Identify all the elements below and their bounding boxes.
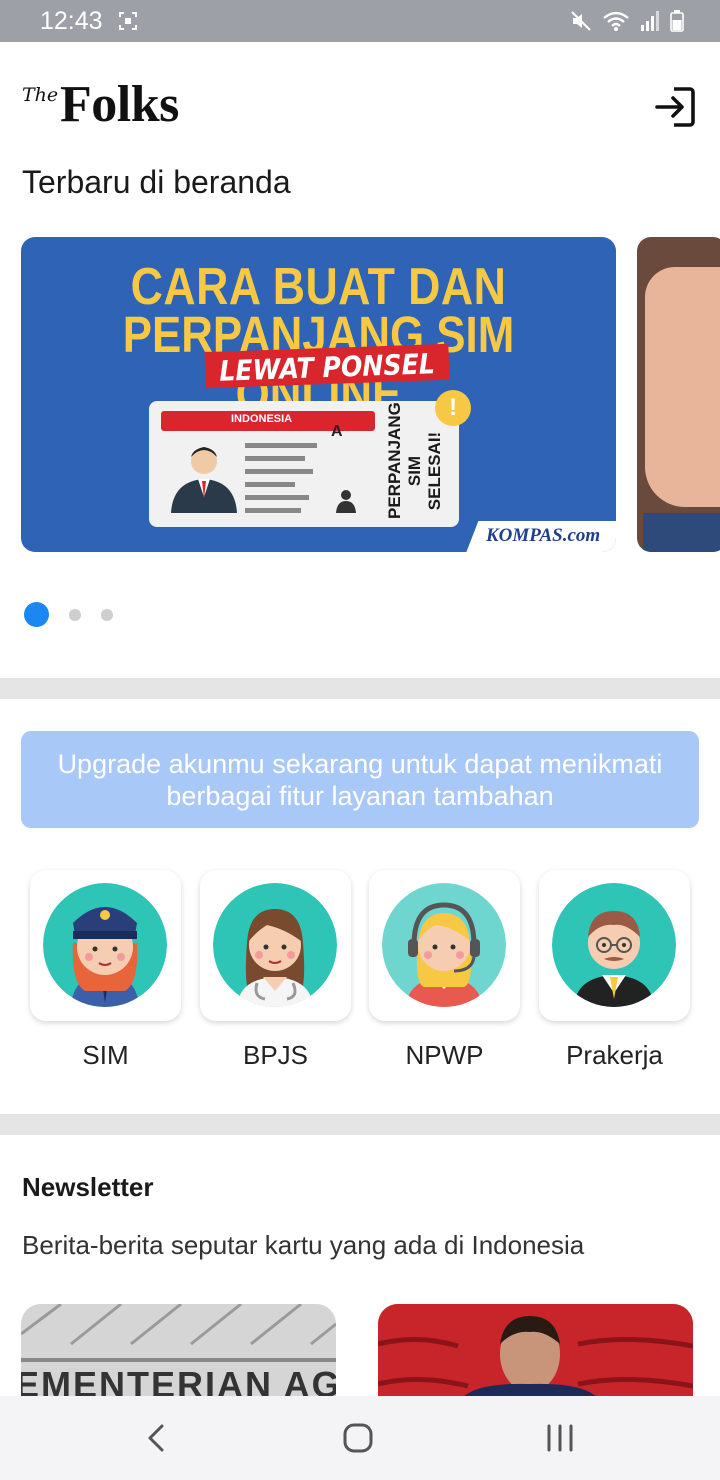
upgrade-banner[interactable]: Upgrade akunmu sekarang untuk dapat meni…	[21, 731, 699, 828]
mute-icon	[571, 11, 591, 31]
service-tile-sim[interactable]	[30, 870, 181, 1021]
upgrade-banner-text: Upgrade akunmu sekarang untuk dapat meni…	[57, 749, 663, 811]
login-icon	[655, 87, 695, 127]
newsletter-title: Newsletter	[22, 1172, 154, 1202]
news-card-2-image	[378, 1304, 693, 1404]
logo-prefix: The	[22, 84, 59, 106]
source-logo-text: KOMPAS.com	[486, 525, 601, 546]
service-tile-prakerja[interactable]	[539, 870, 690, 1021]
sim-card-small-photo-icon	[336, 490, 356, 513]
carousel-dot-3[interactable]	[101, 608, 113, 621]
carousel-indicator	[24, 602, 113, 627]
news-card[interactable]: EMENTERIAN AG	[21, 1304, 336, 1404]
home-icon[interactable]	[336, 1416, 380, 1460]
source-logo: KOMPAS.com	[466, 521, 616, 552]
news-card[interactable]	[378, 1304, 693, 1404]
service-label-bpjs: BPJS	[242, 1040, 309, 1070]
service-sim[interactable]: SIM	[30, 870, 181, 1070]
sim-card-lines	[245, 443, 317, 513]
carousel-dot-2[interactable]	[69, 608, 81, 621]
service-label-npwp: NPWP	[405, 1040, 484, 1070]
newsletter-subtitle: Berita-berita seputar kartu yang ada di …	[22, 1230, 585, 1260]
service-tile-bpjs[interactable]	[200, 870, 351, 1021]
carousel-slide-sim-online[interactable]: CARA BUAT DAN PERPANJANG SIM ONLINE LEWA…	[21, 237, 616, 552]
battery-icon	[670, 10, 684, 32]
back-icon[interactable]	[136, 1416, 180, 1460]
service-prakerja[interactable]: Prakerja	[539, 870, 690, 1070]
service-tile-npwp[interactable]	[369, 870, 520, 1021]
system-nav-bar	[0, 1396, 720, 1480]
login-button[interactable]	[652, 84, 698, 130]
section-divider	[0, 678, 720, 699]
sim-card-class: A	[331, 423, 343, 440]
logo-main: Folks	[60, 76, 179, 133]
service-npwp[interactable]: NPWP	[369, 870, 520, 1070]
service-label-sim: SIM	[82, 1040, 129, 1070]
sim-card-person-icon	[171, 447, 237, 513]
status-bar: 12:43	[0, 0, 720, 42]
screenshot-icon	[119, 12, 137, 30]
next-slide-band	[643, 513, 720, 552]
police-officer-icon	[43, 883, 167, 1007]
service-label-prakerja: Prakerja	[566, 1040, 663, 1070]
carousel-dot-1[interactable]	[24, 602, 49, 627]
wifi-icon	[603, 11, 629, 31]
recent-apps-icon[interactable]	[538, 1416, 582, 1460]
professor-icon	[552, 883, 676, 1007]
status-time: 12:43	[40, 7, 103, 35]
exclamation-icon: !	[435, 390, 471, 426]
banner-side-text: PERPANJANG SIM SELESAI!	[385, 402, 444, 519]
call-center-agent-icon	[382, 883, 506, 1007]
section-divider-2	[0, 1114, 720, 1135]
signal-icon	[641, 11, 659, 31]
carousel-slide-next[interactable]	[637, 237, 720, 552]
sim-card-header-text: INDONESIA	[231, 413, 293, 425]
app-logo: The Folks	[22, 78, 222, 134]
next-slide-image	[645, 267, 720, 507]
service-bpjs[interactable]: BPJS	[200, 870, 351, 1070]
section-title: Terbaru di beranda	[22, 164, 291, 200]
doctor-icon	[213, 883, 337, 1007]
status-icons	[570, 9, 684, 33]
